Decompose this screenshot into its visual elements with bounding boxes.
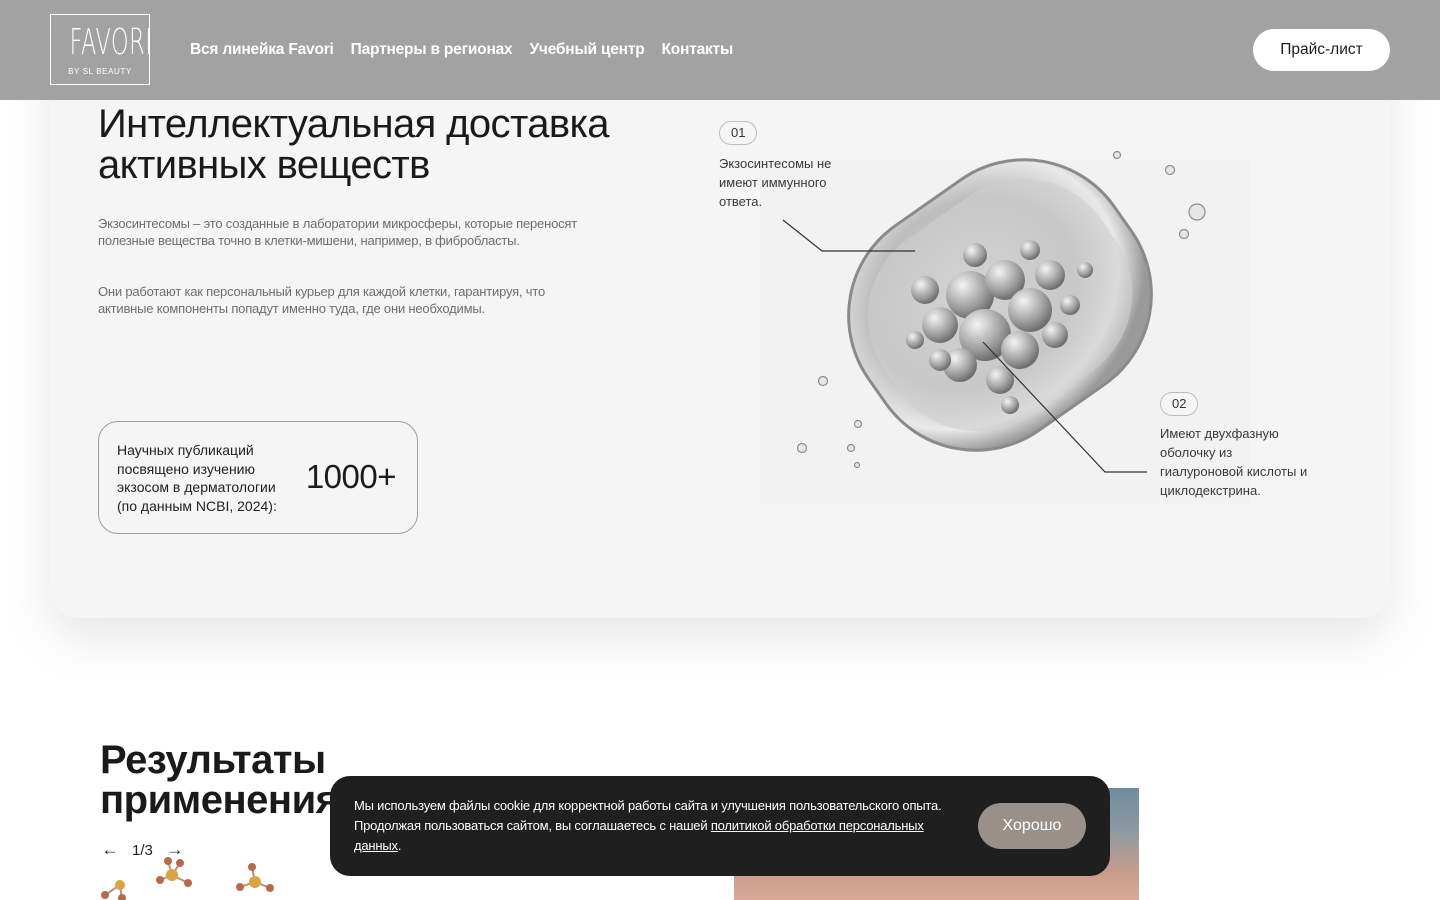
stat-label: Научных публикаций посвящено изучению эк… (117, 442, 277, 514)
cookie-text: Мы используем файлы cookie для корректно… (354, 796, 944, 856)
site-header: FAVORI BY SL BEAUTY Вся линейка Favori П… (0, 0, 1440, 100)
publications-stat-card: Научных публикаций посвящено изучению эк… (98, 421, 418, 534)
description-paragraph-2: Они работают как персональный курьер для… (98, 284, 545, 316)
callout-badge-02: 02 (1160, 392, 1199, 416)
molecule-icon (101, 857, 274, 900)
favori-logo[interactable]: FAVORI BY SL BEAUTY (50, 14, 153, 85)
callout-text-01: Экзосинтесомы не имеют иммунного ответа. (719, 156, 832, 209)
section-title: Интеллектуальная доставка активных вещес… (98, 102, 610, 187)
nav-item-product-line[interactable]: Вся линейка Favori (190, 40, 334, 60)
nav-item-regional-partners[interactable]: Партнеры в регионах (351, 40, 513, 60)
main-nav: Вся линейка Favori Партнеры в регионах У… (190, 40, 750, 60)
capsule-icon (847, 158, 1153, 452)
cookie-accept-button[interactable]: Хорошо (978, 803, 1086, 849)
callout-text-02: Имеют двухфазную оболочку из гиалуроново… (1160, 426, 1308, 498)
logo-wordmark: FAVORI (69, 22, 153, 63)
cookie-banner: Мы используем файлы cookie для корректно… (330, 776, 1110, 876)
nav-item-contacts[interactable]: Контакты (662, 40, 734, 60)
nav-item-training-center[interactable]: Учебный центр (529, 40, 644, 60)
price-list-button[interactable]: Прайс-лист (1253, 29, 1390, 71)
cookie-suffix: . (397, 838, 402, 853)
logo-subtitle: BY SL BEAUTY (68, 67, 132, 76)
description-paragraph-1: Экзосинтесомы – это созданные в лаборато… (98, 216, 577, 248)
stat-value: 1000+ (305, 458, 397, 495)
callout-badge-01: 01 (719, 121, 758, 145)
